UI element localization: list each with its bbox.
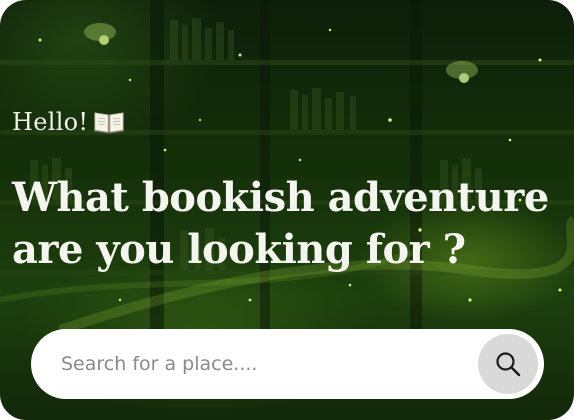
greeting: Hello!: [12, 108, 126, 136]
search-bar: [31, 329, 544, 399]
fairy-left: [84, 23, 116, 45]
hero-card: Hello! What bookish adventure are you lo…: [0, 0, 574, 420]
headline-line-1: What bookish adventure: [12, 174, 549, 221]
open-book-icon: [94, 112, 125, 134]
search-input[interactable]: [61, 353, 478, 375]
page-title: What bookish adventure are you looking f…: [12, 172, 552, 276]
greeting-text: Hello!: [12, 108, 89, 136]
search-button[interactable]: [478, 334, 538, 394]
fairy-right: [446, 61, 478, 83]
headline-line-2: are you looking for ?: [12, 226, 466, 273]
search-icon: [496, 352, 521, 377]
